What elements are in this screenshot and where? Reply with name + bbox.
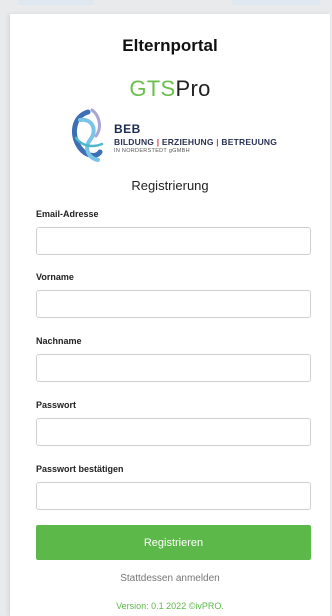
logo-separator: |: [156, 137, 160, 147]
top-strip-right: [232, 0, 320, 5]
register-button[interactable]: Registrieren: [36, 525, 311, 560]
logo-bildung: BILDUNG: [114, 137, 155, 147]
logo-subtitle: IN NORDERSTEDT gGMBH: [114, 148, 190, 154]
passwort-confirm-label: Passwort bestätigen: [36, 464, 124, 474]
logo-betreuung: BETREUUNG: [221, 137, 278, 147]
nachname-field[interactable]: [36, 354, 311, 382]
version-text: Version: 0.1 2022 ©ivPRO.: [116, 601, 224, 611]
brand-prefix: GTS: [129, 76, 176, 101]
logo-name: BEB: [114, 122, 141, 136]
password-confirm-field[interactable]: [36, 482, 311, 510]
top-strip-left: [18, 0, 94, 5]
logo-separator: |: [216, 137, 219, 147]
beb-swirl-icon: [71, 108, 104, 162]
page-title: Elternportal: [122, 36, 218, 55]
password-field[interactable]: [36, 418, 311, 446]
vorname-label: Vorname: [36, 272, 74, 282]
login-instead-link[interactable]: Stattdessen anmelden: [10, 573, 330, 584]
brand-logo-text: GTSPro: [10, 76, 330, 102]
beb-logo: BEB BILDUNG | ERZIEHUNG | BETREUUNG IN N…: [66, 108, 296, 162]
brand-suffix: Pro: [175, 76, 211, 101]
section-title: Registrierung: [131, 178, 209, 193]
vorname-field[interactable]: [36, 290, 311, 318]
logo-tagline: BILDUNG | ERZIEHUNG | BETREUUNG: [114, 137, 277, 147]
passwort-label: Passwort: [36, 400, 77, 410]
logo-text-block: BEB BILDUNG | ERZIEHUNG | BETREUUNG IN N…: [114, 122, 277, 154]
logo-erziehung: ERZIEHUNG: [161, 137, 214, 147]
email-label: Email-Adresse: [36, 209, 99, 219]
email-field[interactable]: [36, 227, 311, 255]
nachname-label: Nachname: [36, 336, 82, 346]
register-card: Elternportal GTSPro BEB BILDUNG | ERZIEH…: [10, 14, 330, 616]
